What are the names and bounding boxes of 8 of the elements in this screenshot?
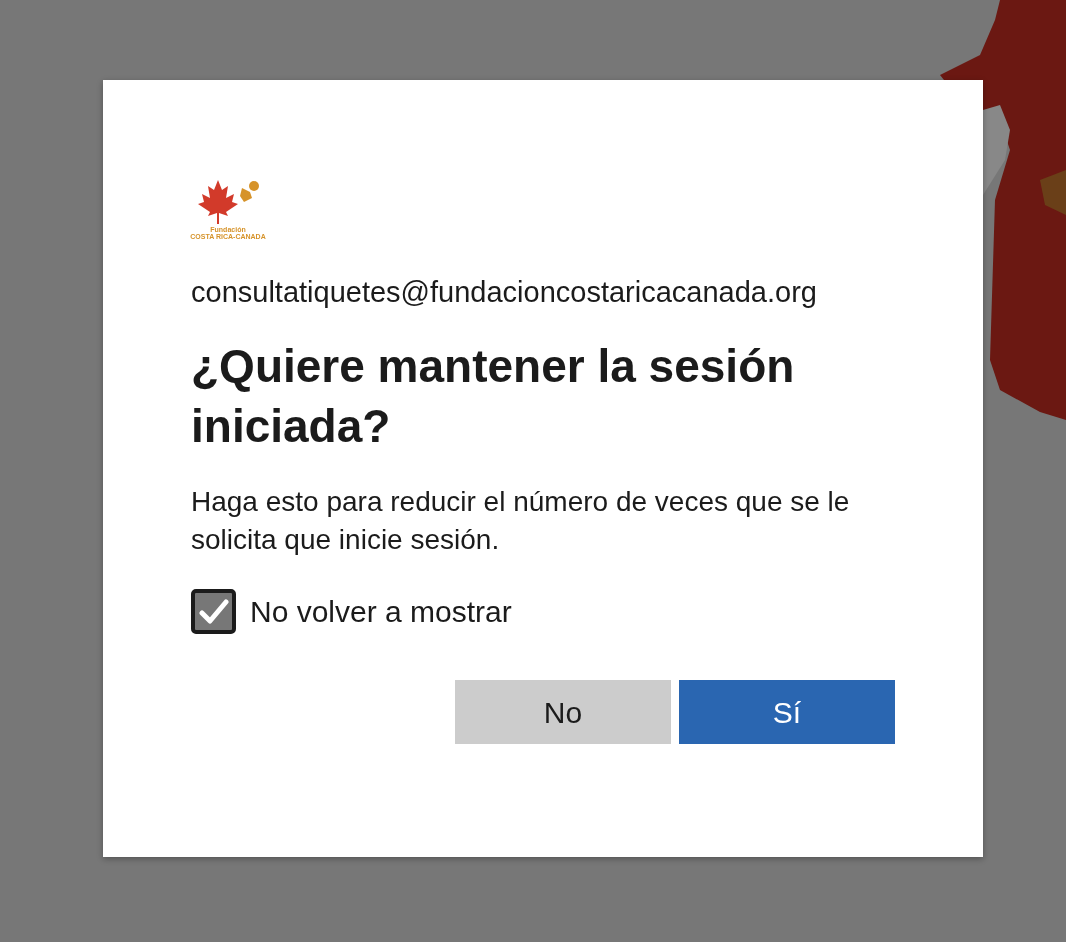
dialog-title: ¿Quiere mantener la sesión iniciada? [191, 339, 796, 455]
account-email: consultatiquetes@fundacioncostaricacanada.org [191, 274, 818, 310]
no-button[interactable]: No [455, 680, 671, 745]
checkbox-label: No volver a mostrar [250, 594, 512, 631]
description-text: Haga esto para reducir el número de veces que se le solicita que inicie sesión. [191, 485, 851, 558]
yes-button[interactable]: Sí [679, 680, 895, 745]
checkbox[interactable] [191, 589, 236, 635]
check-icon [198, 597, 229, 626]
